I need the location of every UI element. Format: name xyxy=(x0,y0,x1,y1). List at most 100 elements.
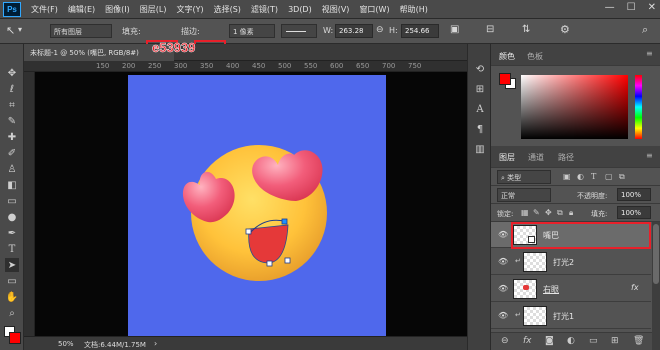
crop-tool-icon[interactable]: ⌗ xyxy=(5,98,19,112)
height-input[interactable]: 254.66 xyxy=(401,24,439,38)
lock-pixels-icon[interactable]: ▦ xyxy=(521,208,529,217)
tool-preset-chevron-icon[interactable]: ▾ xyxy=(18,25,22,34)
layer-list-scrollbar[interactable] xyxy=(652,222,660,350)
history-icon[interactable]: ⟲ xyxy=(473,62,487,76)
layers-menu-icon[interactable]: ≡ xyxy=(646,151,653,160)
delete-layer-icon[interactable]: 🗑︎ xyxy=(633,336,644,346)
zoom-level[interactable]: 50% xyxy=(58,340,74,348)
add-mask-icon[interactable]: ◙ xyxy=(545,336,554,346)
new-layer-icon[interactable]: ⊞ xyxy=(611,336,619,346)
lock-all-icon[interactable]: 🔒︎ xyxy=(569,208,573,218)
foreground-color-swatch[interactable] xyxy=(9,332,21,344)
layer-row-light2[interactable]: 👁︎ ↵ 打光2 xyxy=(491,249,651,275)
paragraph-icon[interactable]: ¶ xyxy=(473,122,487,136)
layer-filter-select[interactable]: ⌕ 类型 xyxy=(497,170,551,184)
hand-tool-icon[interactable]: ✋ xyxy=(5,290,19,304)
character-icon[interactable]: A xyxy=(473,102,487,116)
move-tool-icon[interactable]: ↖ xyxy=(6,24,15,37)
gradient-tool-icon[interactable]: ▭ xyxy=(5,194,19,208)
shape-tool-icon[interactable]: ▭ xyxy=(5,274,19,288)
layers-bottom-bar: ⊖ fx ◙ ◐ ▭ ⊞ 🗑︎ xyxy=(491,332,652,350)
visibility-eye-icon[interactable]: 👁︎ xyxy=(498,311,508,320)
tab-paths[interactable]: 路径 xyxy=(558,152,574,163)
filter-smart-icon[interactable]: ⧉ xyxy=(619,172,625,182)
lock-image-icon[interactable]: ✎ xyxy=(533,208,540,217)
healing-brush-icon[interactable]: ✚ xyxy=(5,130,19,144)
tab-layers[interactable]: 图层 xyxy=(499,152,515,163)
stroke-type-select[interactable] xyxy=(281,24,317,38)
color-foreground-swatch[interactable] xyxy=(499,73,511,85)
hue-slider[interactable] xyxy=(635,75,642,139)
minimize-button[interactable]: — xyxy=(605,2,615,13)
link-icon[interactable]: ⊖ xyxy=(376,25,384,35)
layer-row-right-eye[interactable]: 👁︎ 右眼 fx xyxy=(491,276,651,302)
layer-row-light1[interactable]: 👁︎ ↵ 打光1 xyxy=(491,303,651,329)
blend-mode-select[interactable]: 正常 xyxy=(497,188,551,202)
anchor-point-3[interactable] xyxy=(266,260,273,267)
new-group-icon[interactable]: ▭ xyxy=(589,336,598,346)
tab-swatches[interactable]: 色板 xyxy=(527,51,543,62)
brush-settings-icon[interactable]: ▥ xyxy=(473,142,487,156)
menu-select[interactable]: 选择(S) xyxy=(214,4,241,15)
menu-help[interactable]: 帮助(H) xyxy=(400,4,428,15)
search-icon[interactable]: ⌕ xyxy=(642,23,648,37)
tab-color[interactable]: 颜色 xyxy=(499,51,515,62)
opacity-input[interactable]: 100% xyxy=(617,188,651,201)
menu-edit[interactable]: 编辑(E) xyxy=(68,4,95,15)
menu-3d[interactable]: 3D(D) xyxy=(288,5,312,14)
clone-stamp-icon[interactable]: ♙ xyxy=(5,162,19,176)
visibility-eye-icon[interactable]: 👁︎ xyxy=(498,284,508,293)
saturation-brightness-field[interactable] xyxy=(521,75,628,139)
lasso-tool-icon[interactable]: ℓ xyxy=(5,82,19,96)
width-input[interactable]: 263.28 xyxy=(335,24,373,38)
lock-artboard-icon[interactable]: ⧉ xyxy=(557,208,563,218)
layer-scope-select[interactable]: 所有图层 xyxy=(50,24,112,38)
menu-window[interactable]: 窗口(W) xyxy=(359,4,389,15)
link-layers-icon[interactable]: ⊖ xyxy=(501,336,509,346)
zoom-tool-icon[interactable]: ⌕ xyxy=(5,306,19,320)
layer-list: 👁︎ 嘴巴 👁︎ ↵ 打光2 👁︎ 右眼 fx 👁︎ ↵ 打光1 ⊖ fx ◙ … xyxy=(491,222,660,350)
panel-menu-icon[interactable]: ≡ xyxy=(646,49,653,58)
menu-file[interactable]: 文件(F) xyxy=(31,4,58,15)
adjustment-layer-icon[interactable]: ◐ xyxy=(567,336,575,346)
close-button[interactable]: ✕ xyxy=(648,2,656,13)
filter-shape-icon[interactable]: ▢ xyxy=(605,172,613,181)
filter-pixel-icon[interactable]: ▣ xyxy=(563,172,571,181)
path-operations-icon[interactable]: ▣ xyxy=(450,24,459,35)
anchor-point-4[interactable] xyxy=(284,257,291,264)
tab-channels[interactable]: 通道 xyxy=(528,152,544,163)
artboard[interactable] xyxy=(128,75,386,336)
properties-icon[interactable]: ⊞ xyxy=(473,82,487,96)
lock-position-icon[interactable]: ✥ xyxy=(545,208,552,217)
visibility-eye-icon[interactable]: 👁︎ xyxy=(498,257,508,266)
menu-view[interactable]: 视图(V) xyxy=(322,4,350,15)
layer-effects-icon[interactable]: fx xyxy=(631,283,639,292)
brush-tool-icon[interactable]: ✐ xyxy=(5,146,19,160)
fill-opacity-input[interactable]: 100% xyxy=(617,206,651,219)
filter-type-icon[interactable]: T xyxy=(591,172,596,181)
menu-layer[interactable]: 图层(L) xyxy=(140,4,167,15)
add-style-icon[interactable]: fx xyxy=(523,336,532,346)
path-alignment-icon[interactable]: ⊟ xyxy=(486,24,494,35)
visibility-eye-icon[interactable]: 👁︎ xyxy=(498,230,508,239)
anchor-point-1[interactable] xyxy=(245,228,252,235)
menu-type[interactable]: 文字(Y) xyxy=(176,4,203,15)
pen-tool-icon[interactable]: ✒ xyxy=(5,226,19,240)
layer-thumbnail xyxy=(523,252,547,272)
menu-filter[interactable]: 滤镜(T) xyxy=(251,4,278,15)
menu-image[interactable]: 图像(I) xyxy=(105,4,130,15)
scrollbar-thumb[interactable] xyxy=(653,224,659,284)
dodge-tool-icon[interactable]: ● xyxy=(5,210,19,224)
eraser-tool-icon[interactable]: ◧ xyxy=(5,178,19,192)
anchor-point-2[interactable] xyxy=(281,218,288,225)
filter-adjust-icon[interactable]: ◐ xyxy=(577,172,584,181)
path-selection-tool-icon[interactable]: ➤ xyxy=(5,258,19,272)
move-tool-icon[interactable]: ✥ xyxy=(5,66,19,80)
maximize-button[interactable]: ☐ xyxy=(627,2,636,13)
eyedropper-tool-icon[interactable]: ✎ xyxy=(5,114,19,128)
gear-icon[interactable]: ⚙ xyxy=(560,23,570,36)
status-expand-icon[interactable]: › xyxy=(154,339,157,348)
stroke-width-select[interactable]: 1 像素 xyxy=(229,24,275,38)
type-tool-icon[interactable]: T xyxy=(5,242,19,256)
path-arrangement-icon[interactable]: ⇅ xyxy=(522,24,530,35)
